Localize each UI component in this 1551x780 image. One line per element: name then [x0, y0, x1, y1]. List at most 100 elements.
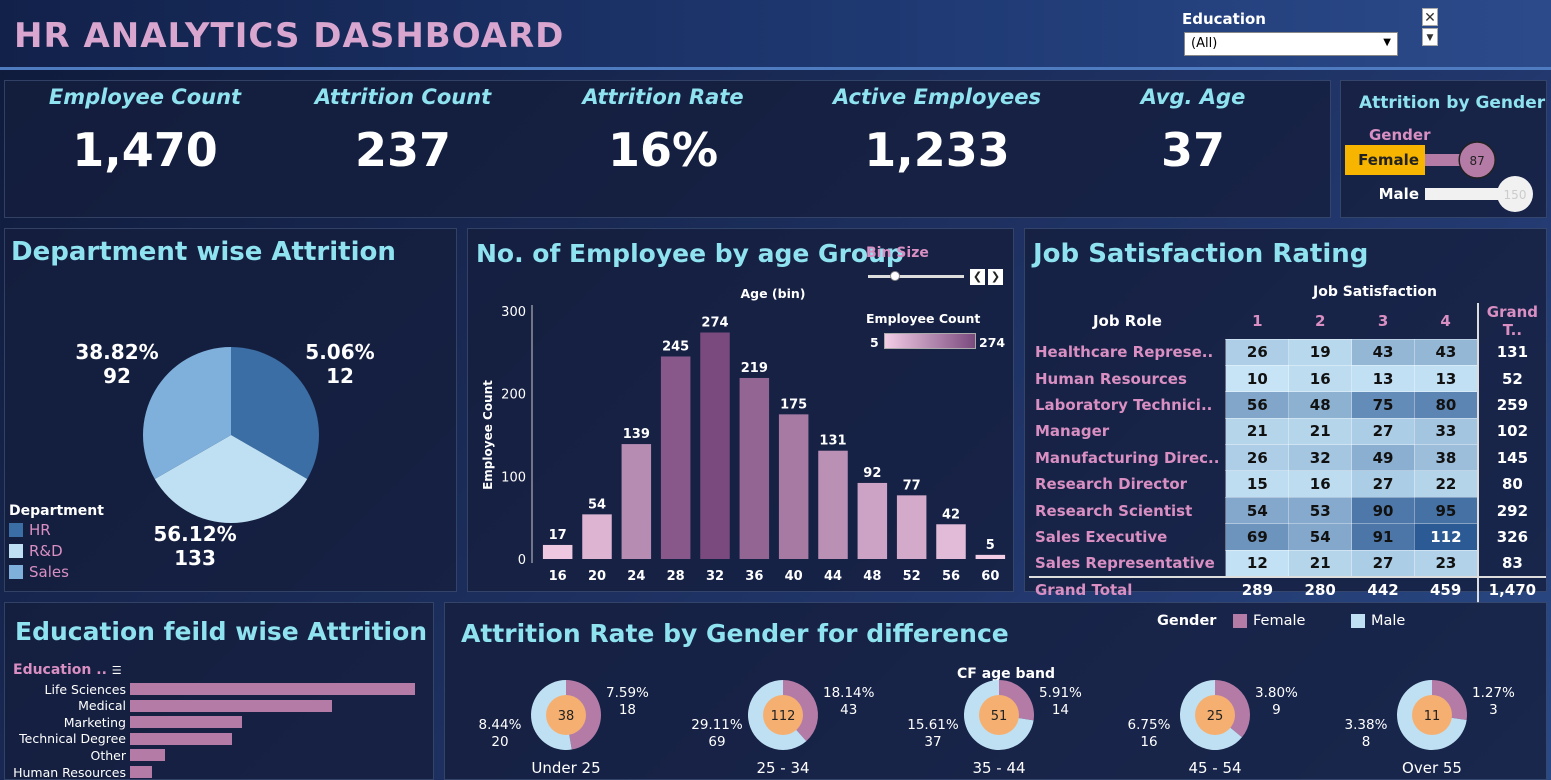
heatmap-cell[interactable]: 54: [1288, 523, 1353, 551]
education-bar[interactable]: [130, 766, 153, 778]
x-axis-title: Age (bin): [740, 286, 805, 301]
y-tick-label: 0: [518, 553, 526, 568]
heatmap-cell[interactable]: 48: [1288, 391, 1353, 419]
age-bar[interactable]: [542, 544, 573, 559]
legend-item-hr[interactable]: HR: [9, 519, 104, 540]
heatmap-cell[interactable]: 69: [1225, 523, 1290, 551]
education-row[interactable]: Human Resources: [5, 764, 153, 780]
age-bar[interactable]: [700, 332, 730, 559]
heatmap-cell[interactable]: 21: [1288, 549, 1353, 578]
x-tick-label: 44: [824, 569, 842, 584]
table-row[interactable]: Laboratory Technici.. 56 48 75 80 259: [1029, 391, 1546, 419]
pie-pct-label: 5.06%: [305, 340, 374, 364]
education-select-value: (All): [1191, 36, 1218, 51]
heatmap-cell[interactable]: 90: [1351, 496, 1415, 525]
education-row[interactable]: Other: [5, 747, 166, 763]
heatmap-cell[interactable]: 26: [1225, 444, 1290, 472]
heatmap-cell[interactable]: 38: [1413, 444, 1479, 472]
close-icon[interactable]: ✕: [1422, 8, 1438, 26]
heatmap-cell[interactable]: 15: [1225, 470, 1290, 498]
department-legend: Department HR R&D Sales: [9, 503, 104, 582]
education-row[interactable]: Medical: [5, 698, 332, 714]
heatmap-cell[interactable]: 54: [1225, 496, 1290, 525]
age-bar[interactable]: [818, 450, 848, 559]
table-row[interactable]: Research Director 15 16 27 22 80: [1029, 470, 1546, 498]
table-row[interactable]: Healthcare Represe.. 26 19 43 43 131: [1029, 338, 1546, 366]
heatmap-cell[interactable]: 95: [1413, 496, 1479, 525]
table-row[interactable]: Manager 21 21 27 33 102: [1029, 417, 1546, 446]
more-options-icon[interactable]: ▼: [1422, 28, 1438, 46]
education-label: Other: [90, 747, 127, 763]
education-axis-label[interactable]: Education .. ☰: [13, 662, 122, 678]
heatmap-cell[interactable]: 43: [1351, 338, 1415, 366]
donut-over-55[interactable]: 11 1.27% 3 3.38% 8 Over 55: [1332, 663, 1532, 780]
female-pct-label: 3.80% 9: [1255, 685, 1298, 718]
heatmap-cell[interactable]: 23: [1413, 549, 1479, 578]
donut-35---44[interactable]: 51 5.91% 14 15.61% 37 35 - 44: [899, 663, 1099, 780]
heatmap-cell[interactable]: 26: [1225, 338, 1290, 366]
heatmap-cell[interactable]: 112: [1413, 523, 1479, 551]
legend-item-rd[interactable]: R&D: [9, 540, 104, 561]
heatmap-cell[interactable]: 21: [1288, 417, 1353, 446]
age-bar[interactable]: [936, 524, 966, 559]
heatmap-cell[interactable]: 56: [1225, 391, 1290, 419]
education-row[interactable]: Technical Degree: [5, 731, 233, 747]
education-bar[interactable]: [130, 699, 332, 712]
heatmap-cell[interactable]: 13: [1351, 364, 1415, 393]
heatmap-cell[interactable]: 19: [1288, 338, 1353, 366]
age-band-caption: Under 25: [531, 759, 601, 777]
heatmap-cell[interactable]: 53: [1288, 496, 1353, 525]
gender-label: Male: [1379, 185, 1419, 203]
table-row[interactable]: Human Resources 10 16 13 13 52: [1029, 364, 1546, 393]
education-select[interactable]: (All) ▼: [1184, 32, 1398, 56]
age-band-caption: 35 - 44: [972, 759, 1026, 777]
table-row[interactable]: Manufacturing Direc.. 26 32 49 38 145: [1029, 444, 1546, 472]
age-bar[interactable]: [778, 414, 809, 559]
heatmap-cell[interactable]: 22: [1413, 470, 1479, 498]
table-row[interactable]: Research Scientist 54 53 90 95 292: [1029, 496, 1546, 525]
age-bar[interactable]: [896, 495, 927, 559]
donut-under-25[interactable]: 38 7.59% 18 8.44% 20 Under 25: [466, 663, 666, 780]
education-bar[interactable]: [130, 683, 415, 695]
education-bar[interactable]: [130, 716, 243, 729]
heatmap-cell[interactable]: 12: [1225, 549, 1290, 578]
heatmap-cell[interactable]: 91: [1351, 523, 1415, 551]
age-bar[interactable]: [975, 554, 1006, 559]
job-role-label: Sales Representative: [1035, 553, 1215, 572]
heatmap-cell[interactable]: 16: [1288, 364, 1353, 393]
heatmap-cell[interactable]: 80: [1413, 391, 1479, 419]
pie-count-label: 12: [326, 364, 354, 388]
education-bar[interactable]: [130, 749, 166, 762]
legend-item-sales[interactable]: Sales: [9, 561, 104, 582]
age-bar[interactable]: [739, 377, 770, 559]
heatmap-cell[interactable]: 27: [1351, 549, 1415, 578]
table-row[interactable]: Sales Representative 12 21 27 23 83: [1029, 549, 1546, 578]
age-bar[interactable]: [621, 444, 652, 559]
heatmap-cell[interactable]: 33: [1413, 417, 1479, 446]
heatmap-cell[interactable]: 75: [1351, 391, 1415, 419]
heatmap-cell[interactable]: 16: [1288, 470, 1353, 498]
donut-45---54[interactable]: 25 3.80% 9 6.75% 16 45 - 54: [1115, 663, 1315, 780]
swatch: [9, 522, 23, 537]
sort-icon[interactable]: ☰: [112, 664, 122, 677]
age-bar[interactable]: [857, 482, 888, 559]
heatmap-cell[interactable]: 49: [1351, 444, 1415, 472]
bar-value-label: 175: [780, 397, 807, 412]
heatmap-cell[interactable]: 10: [1225, 364, 1290, 393]
heatmap-cell[interactable]: 27: [1351, 417, 1415, 446]
donut-25---34[interactable]: 112 18.14% 43 29.11% 69 25 - 34: [683, 663, 883, 780]
gender-bar-chart: Female 87 Male 150: [1345, 141, 1533, 212]
table-row[interactable]: Sales Executive 69 54 91 112 326: [1029, 523, 1546, 551]
education-row[interactable]: Marketing: [5, 714, 243, 730]
column-header: 1: [1252, 311, 1263, 330]
age-bar[interactable]: [582, 514, 612, 559]
heatmap-cell[interactable]: 32: [1288, 444, 1353, 472]
heatmap-cell[interactable]: 27: [1351, 470, 1415, 498]
heatmap-cell[interactable]: 43: [1413, 338, 1479, 366]
education-filter[interactable]: Education (All) ▼: [1180, 8, 1440, 60]
heatmap-cell[interactable]: 21: [1225, 417, 1290, 446]
heatmap-cell[interactable]: 13: [1413, 364, 1479, 393]
education-row[interactable]: Life Sciences: [5, 681, 415, 697]
age-bar[interactable]: [660, 356, 691, 559]
education-bar[interactable]: [130, 732, 233, 745]
